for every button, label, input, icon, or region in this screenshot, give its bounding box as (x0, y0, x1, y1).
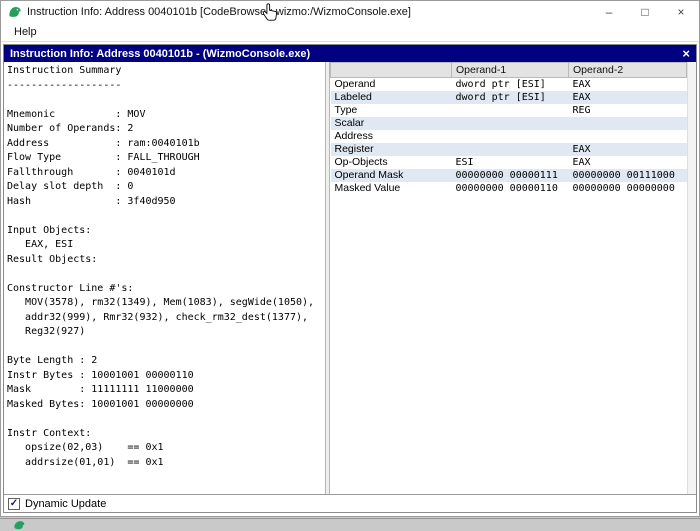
summary-line: addr32(999), Rmr32(932), check_rm32_dest… (7, 311, 309, 323)
dynamic-update-label: Dynamic Update (25, 497, 107, 510)
taskbar-app-icon[interactable] (13, 519, 27, 531)
row-value (452, 143, 569, 156)
row-value: 00000000 00000000 (572, 182, 675, 194)
row-value: 00000000 00000110 (455, 182, 558, 194)
table-row[interactable]: Register EAX (330, 142, 687, 156)
window-title: Instruction Info: Address 0040101b [Code… (27, 6, 411, 18)
summary-line: Instr Context: (7, 427, 92, 439)
summary-line: Mnemonic : MOV (7, 108, 146, 120)
summary-line: Reg32(927) (7, 326, 86, 337)
table-row[interactable]: Address (331, 130, 687, 143)
row-value: dword ptr [ESI] (455, 78, 546, 90)
row-value: REG (572, 104, 591, 116)
summary-line: MOV(3578), rm32(1349), Mem(1083), segWid… (7, 297, 315, 308)
table-row[interactable]: Operand Mask 00000000 00000111 00000000 00… (330, 168, 687, 182)
summary-line: Byte Length : 2 (7, 355, 98, 366)
summary-line: Instr Bytes : 10001001 00000110 (7, 369, 194, 381)
column-header-operand2[interactable]: Operand-2 (568, 62, 687, 78)
row-label: Masked Value (334, 182, 401, 194)
vertical-scrollbar[interactable] (687, 62, 696, 494)
column-header-operand1[interactable]: Operand-1 (451, 62, 569, 78)
instruction-info-dialog: Instruction Info: Address 0040101b - (Wi… (3, 44, 697, 513)
summary-line: Constructor Line #'s: (7, 282, 134, 294)
summary-line (7, 413, 322, 428)
summary-line: Result Objects: (7, 253, 98, 265)
operand-table-body: Operand dword ptr [ESI] EAX Labeled dword pt… (330, 78, 687, 195)
row-value (452, 104, 569, 117)
dialog-title: Instruction Info: Address 0040101b - (Wi… (10, 47, 311, 60)
summary-line: Delay slot depth : 0 (7, 181, 134, 192)
summary-line: Address : ram:0040101b (7, 137, 200, 149)
summary-line: Fallthrough : 0040101d (7, 166, 176, 178)
row-value: EAX (572, 78, 591, 90)
row-value: ESI (455, 156, 474, 168)
row-value: EAX (572, 156, 591, 168)
row-value: EAX (572, 143, 591, 155)
summary-line: Hash : 3f40d950 (7, 195, 176, 207)
close-button-icon[interactable]: × (663, 1, 699, 23)
check-icon: ✓ (9, 497, 19, 509)
row-value: dword ptr [ESI] (455, 91, 546, 103)
row-value (452, 117, 569, 130)
row-value (569, 117, 687, 130)
dialog-titlebar[interactable]: Instruction Info: Address 0040101b - (Wi… (4, 45, 696, 62)
summary-line (7, 210, 322, 225)
row-label: Address (334, 130, 374, 142)
summary-line (7, 341, 322, 356)
summary-line: Mask : 11111111 11000000 (7, 384, 194, 395)
summary-line: Number of Operands: 2 (7, 123, 134, 134)
summary-line: opsize(02,03) == 0x1 (7, 442, 164, 453)
summary-line: addrsize(01,01) == 0x1 (7, 456, 164, 468)
row-value: EAX (572, 91, 591, 103)
dialog-close-icon[interactable]: × (682, 47, 690, 60)
dialog-content: Instruction Summary ------------------- Mn… (4, 62, 696, 494)
summary-line: Instruction Summary (7, 65, 122, 76)
operand-table: Operand-1 Operand-2 Operand dword ptr [ES… (330, 62, 687, 195)
dynamic-update-checkbox[interactable]: ✓ (8, 497, 20, 510)
minimize-button-icon[interactable]: – (591, 1, 627, 23)
dialog-footer: ✓ Dynamic Update (4, 494, 696, 512)
instruction-summary-panel[interactable]: Instruction Summary ------------------- Mn… (4, 62, 326, 494)
row-value (569, 130, 687, 143)
instruction-summary: Instruction Summary ------------------- Mn… (7, 65, 322, 471)
table-header-row: Operand-1 Operand-2 (330, 62, 687, 78)
menu-bar: Help (1, 23, 699, 42)
table-row[interactable]: Operand dword ptr [ESI] EAX (331, 78, 687, 91)
menu-item-help[interactable]: Help (9, 25, 42, 39)
maximize-button-icon[interactable]: □ (627, 1, 663, 23)
row-label: Operand Mask (334, 169, 404, 181)
table-row[interactable]: Scalar (330, 116, 687, 130)
summary-line: EAX, ESI (7, 239, 74, 250)
summary-line: Input Objects: (7, 224, 92, 236)
window-controls: – □ × (591, 1, 699, 23)
operand-info-panel: Operand-1 Operand-2 Operand dword ptr [ES… (330, 62, 696, 494)
window-titlebar[interactable]: Instruction Info: Address 0040101b [Code… (1, 1, 699, 23)
column-header-blank[interactable] (330, 62, 452, 78)
ghidra-app-icon (9, 6, 21, 17)
table-row[interactable]: Masked Value 00000000 00000110 00000000 00… (331, 182, 687, 195)
table-row[interactable]: Type REG (331, 104, 687, 117)
row-value (452, 130, 569, 143)
table-row[interactable]: Op-Objects ESI EAX (331, 156, 687, 169)
row-value: 00000000 00000111 (455, 169, 558, 181)
summary-line: Masked Bytes: 10001001 00000000 (7, 398, 194, 410)
table-row[interactable]: Labeled dword ptr [ESI] EAX (330, 90, 687, 104)
taskbar[interactable] (0, 518, 700, 531)
row-label: Scalar (334, 117, 365, 129)
summary-line: Flow Type : FALL_THROUGH (7, 152, 200, 163)
row-label: Labeled (334, 91, 372, 103)
summary-line (7, 94, 322, 109)
row-value: 00000000 00111000 (572, 169, 675, 181)
app-window: Instruction Info: Address 0040101b [Code… (0, 0, 700, 517)
row-label: Operand (334, 78, 376, 91)
summary-line: ------------------- (7, 79, 122, 91)
row-label: Register (334, 143, 374, 155)
summary-line (7, 268, 322, 283)
row-label: Type (334, 104, 358, 116)
row-label: Op-Objects (334, 156, 388, 168)
